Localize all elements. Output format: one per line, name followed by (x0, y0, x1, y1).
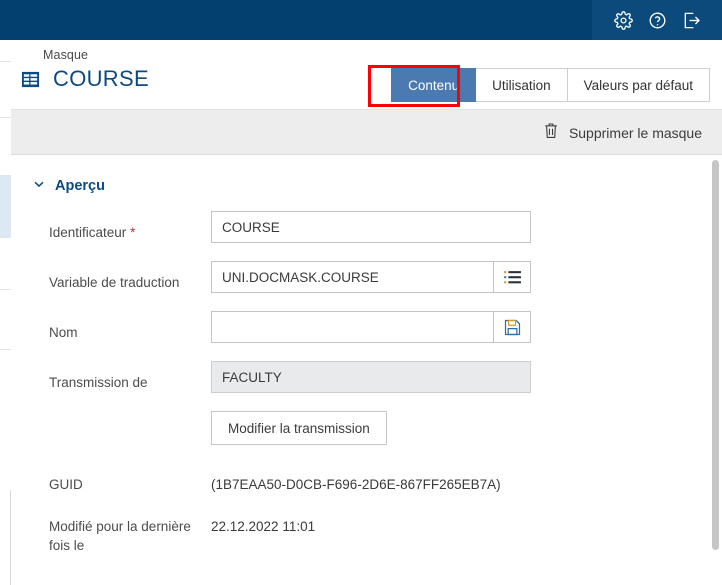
name-label: Nom (49, 325, 78, 340)
page-header: Masque COURSE Contenu Utilisation Valeur… (11, 40, 722, 110)
breadcrumb: Masque (43, 48, 89, 62)
rail-segment[interactable] (0, 62, 11, 118)
rail-segment[interactable] (0, 290, 11, 350)
section-title: Aperçu (55, 178, 105, 194)
field-row-name: Nom (11, 311, 722, 361)
top-navigation-bar (0, 0, 722, 40)
field-row-translation-variable: Variable de traduction UNI.DOCMASK.COURS… (11, 261, 722, 311)
tab-valeurs-par-defaut[interactable]: Valeurs par défaut (567, 68, 710, 102)
rail-segment[interactable] (0, 40, 11, 62)
translation-variable-control: UNI.DOCMASK.COURSE (211, 261, 531, 293)
identifier-label: Identificateur * (49, 211, 211, 242)
field-row-last-modified: Modifié pour la dernière fois le 22.12.2… (11, 515, 722, 557)
rail-segment[interactable] (0, 350, 11, 490)
last-modified-label: Modifié pour la dernière fois le (49, 519, 191, 553)
rail-segment-selected[interactable] (0, 176, 11, 238)
overview-form: Identificateur * COURSE Variable de trad… (11, 211, 722, 557)
transmission-from-value: FACULTY (211, 361, 531, 393)
translation-variable-label: Variable de traduction (49, 275, 180, 290)
chevron-down-icon[interactable] (33, 177, 45, 195)
content-scrollbar-thumb[interactable] (712, 160, 719, 550)
section-header-apercu[interactable]: Aperçu (33, 177, 722, 195)
topbar-icon-group (592, 0, 722, 40)
table-icon (18, 67, 42, 91)
translation-variable-input[interactable]: UNI.DOCMASK.COURSE (211, 261, 493, 293)
tab-bar: Contenu Utilisation Valeurs par défaut (391, 68, 710, 102)
list-icon[interactable] (493, 261, 531, 293)
identifier-control: COURSE (211, 211, 531, 243)
save-icon[interactable] (493, 311, 531, 343)
settings-icon[interactable] (606, 0, 640, 40)
rail-segment[interactable] (0, 238, 11, 290)
identifier-input[interactable]: COURSE (211, 211, 531, 243)
guid-value: (1B7EAA50-D0CB-F696-2D6E-867FF265EB7A) (211, 477, 501, 492)
application-window: Masque COURSE Contenu Utilisation Valeur… (0, 0, 722, 585)
guid-label: GUID (49, 477, 83, 492)
page-title-row: COURSE (11, 66, 149, 92)
field-row-transmission-from: Transmission de FACULTY (11, 361, 722, 411)
left-navigation-rail (0, 40, 11, 585)
delete-mask-button[interactable]: Supprimer le masque (543, 110, 702, 155)
name-control (211, 311, 531, 343)
edit-transmission-button[interactable]: Modifier la transmission (211, 411, 387, 445)
field-row-guid: GUID (1B7EAA50-D0CB-F696-2D6E-867FF265EB… (11, 473, 722, 515)
field-row-identifier: Identificateur * COURSE (11, 211, 722, 261)
required-marker: * (130, 225, 136, 240)
tab-utilisation[interactable]: Utilisation (476, 68, 568, 102)
edit-transmission-spacer (49, 411, 211, 423)
field-row-edit-transmission: Modifier la transmission (11, 411, 722, 461)
transmission-from-control: FACULTY (211, 361, 531, 393)
transmission-from-label: Transmission de (49, 375, 148, 390)
edit-transmission-control: Modifier la transmission (211, 411, 387, 445)
page-title: COURSE (53, 66, 149, 91)
last-modified-value: 22.12.2022 11:01 (211, 519, 316, 534)
rail-segment[interactable] (0, 118, 11, 176)
delete-mask-label: Supprimer le masque (568, 124, 702, 141)
name-input[interactable] (211, 311, 493, 343)
help-icon[interactable] (640, 0, 674, 40)
logout-icon[interactable] (674, 0, 708, 40)
tab-contenu[interactable]: Contenu (391, 68, 477, 102)
action-toolbar: Supprimer le masque (11, 110, 722, 155)
identifier-label-text: Identificateur (49, 225, 127, 240)
trash-icon (543, 122, 559, 144)
content-panel: Aperçu Identificateur * COURSE Variable … (11, 155, 722, 585)
